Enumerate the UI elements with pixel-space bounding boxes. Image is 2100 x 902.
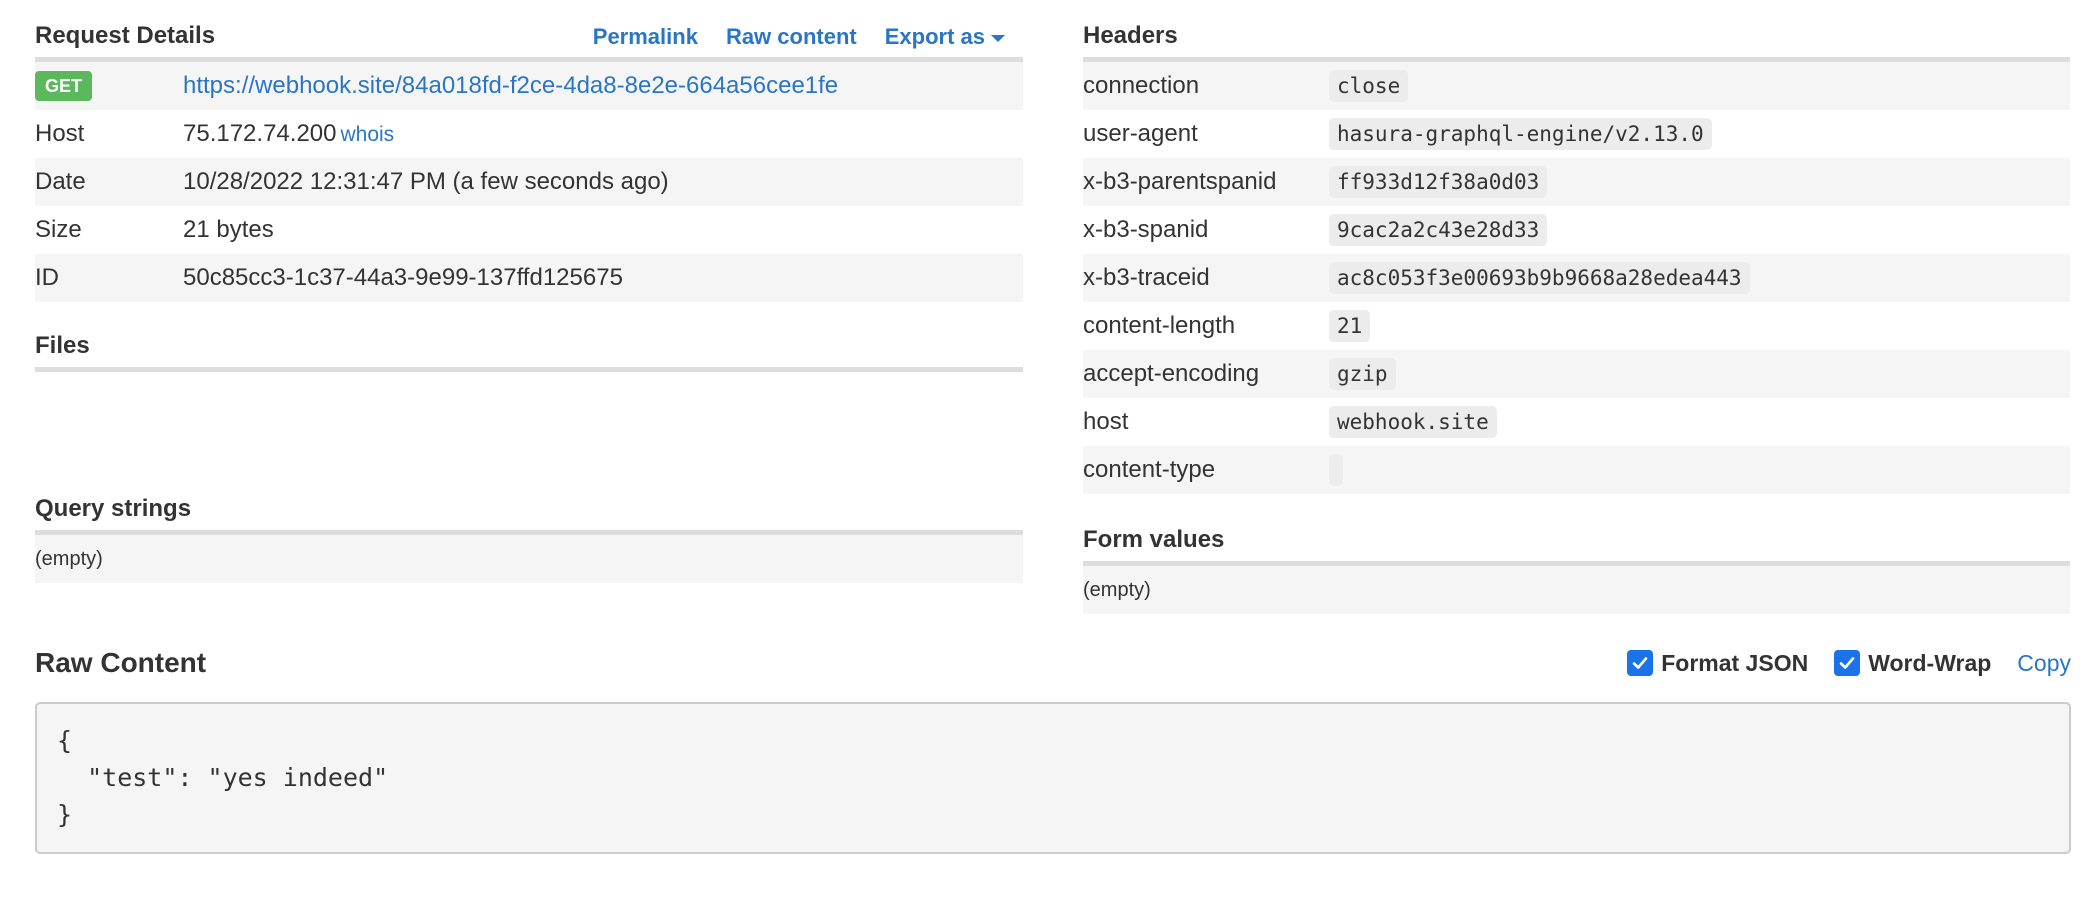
header-value: ac8c053f3e00693b9b9668a28edea443	[1329, 262, 1750, 294]
header-row: x-b3-spanid 9cac2a2c43e28d33	[1083, 206, 2070, 254]
form-values-header: Form values	[1083, 494, 2070, 566]
permalink-link[interactable]: Permalink	[593, 24, 698, 50]
header-key: host	[1083, 408, 1129, 435]
header-value: close	[1329, 70, 1409, 102]
method-badge: GET	[35, 71, 93, 101]
header-value: gzip	[1329, 358, 1396, 390]
header-row: content-type	[1083, 446, 2070, 494]
whois-link[interactable]: whois	[340, 123, 394, 146]
header-row: x-b3-traceid ac8c053f3e00693b9b9668a28ed…	[1083, 254, 2070, 302]
query-strings-header: Query strings	[35, 473, 1023, 535]
size-value: 21 bytes	[183, 216, 274, 243]
date-value: 10/28/2022 12:31:47 PM (a few seconds ag…	[183, 168, 669, 195]
copy-button[interactable]: Copy	[2017, 650, 2071, 677]
request-actions: Permalink Raw content Export as	[593, 24, 1023, 50]
word-wrap-checkbox[interactable]	[1834, 650, 1861, 676]
header-value	[1329, 454, 1343, 486]
check-icon	[1839, 657, 1855, 669]
headers-title: Headers	[1083, 22, 1178, 49]
raw-content-title: Raw Content	[35, 647, 207, 678]
id-row: ID 50c85cc3-1c37-44a3-9e99-137ffd125675	[35, 254, 1023, 302]
header-key: user-agent	[1083, 120, 1198, 147]
header-row: accept-encoding gzip	[1083, 350, 2070, 398]
host-value: 75.172.74.200	[183, 120, 337, 147]
left-column: Request Details Permalink Raw content Ex…	[35, 0, 1023, 583]
header-row: host webhook.site	[1083, 398, 2070, 446]
query-strings-empty: (empty)	[35, 535, 1023, 583]
right-column: Headers connection close user-agent hasu…	[1083, 0, 2070, 614]
header-row: content-length 21	[1083, 302, 2070, 350]
date-row: Date 10/28/2022 12:31:47 PM (a few secon…	[35, 158, 1023, 206]
export-as-label: Export as	[884, 24, 985, 49]
id-value: 50c85cc3-1c37-44a3-9e99-137ffd125675	[183, 264, 623, 291]
header-value: 9cac2a2c43e28d33	[1329, 214, 1548, 246]
files-title: Files	[35, 332, 90, 359]
raw-content-section: Raw Content Format JSON Word-Wrap Copy {	[35, 628, 2071, 854]
request-page: Request Details Permalink Raw content Ex…	[0, 0, 2100, 902]
header-value: webhook.site	[1329, 406, 1497, 438]
headers-header: Headers	[1083, 0, 2070, 62]
request-details-table: GET https://webhook.site/84a018fd-f2ce-4…	[35, 62, 1023, 302]
header-row: x-b3-parentspanid ff933d12f38a0d03	[1083, 158, 2070, 206]
word-wrap-label: Word-Wrap	[1868, 649, 1992, 676]
header-key: content-length	[1083, 312, 1236, 339]
header-value: 21	[1329, 310, 1371, 342]
size-label: Size	[35, 216, 82, 243]
header-key: connection	[1083, 72, 1200, 99]
header-key: x-b3-parentspanid	[1083, 168, 1277, 195]
request-details-title: Request Details	[35, 22, 216, 49]
export-as-dropdown[interactable]: Export as	[885, 24, 1005, 50]
date-label: Date	[35, 168, 86, 195]
host-row: Host 75.172.74.200 whois	[35, 110, 1023, 158]
header-row: connection close	[1083, 62, 2070, 110]
raw-content-header: Raw Content Format JSON Word-Wrap Copy	[35, 628, 2071, 698]
header-key: accept-encoding	[1083, 360, 1260, 387]
header-key: x-b3-traceid	[1083, 264, 1210, 291]
host-label: Host	[35, 120, 85, 147]
raw-content-link[interactable]: Raw content	[726, 24, 857, 50]
caret-down-icon	[991, 34, 1005, 42]
header-value: ff933d12f38a0d03	[1329, 166, 1548, 198]
header-key: x-b3-spanid	[1083, 216, 1209, 243]
query-strings-title: Query strings	[35, 495, 192, 522]
form-values-empty: (empty)	[1083, 566, 2070, 614]
header-key: content-type	[1083, 456, 1216, 483]
raw-content-tools: Format JSON Word-Wrap Copy	[1627, 650, 2071, 677]
size-row: Size 21 bytes	[35, 206, 1023, 254]
header-row: user-agent hasura-graphql-engine/v2.13.0	[1083, 110, 2070, 158]
word-wrap-option[interactable]: Word-Wrap	[1834, 650, 1991, 677]
headers-table: connection close user-agent hasura-graph…	[1083, 62, 2070, 494]
request-details-header: Request Details Permalink Raw content Ex…	[35, 0, 1023, 62]
request-url-link[interactable]: https://webhook.site/84a018fd-f2ce-4da8-…	[183, 72, 838, 99]
format-json-checkbox[interactable]	[1627, 650, 1654, 676]
form-values-title: Form values	[1083, 526, 1225, 553]
files-area	[35, 372, 1023, 473]
method-url-row: GET https://webhook.site/84a018fd-f2ce-4…	[35, 62, 1023, 110]
header-value: hasura-graphql-engine/v2.13.0	[1329, 118, 1712, 150]
format-json-label: Format JSON	[1661, 649, 1809, 676]
files-header: Files	[35, 302, 1023, 372]
check-icon	[1632, 657, 1648, 669]
id-label: ID	[35, 264, 59, 291]
raw-content-body[interactable]: { "test": "yes indeed" }	[35, 702, 2071, 854]
format-json-option[interactable]: Format JSON	[1627, 650, 1808, 677]
